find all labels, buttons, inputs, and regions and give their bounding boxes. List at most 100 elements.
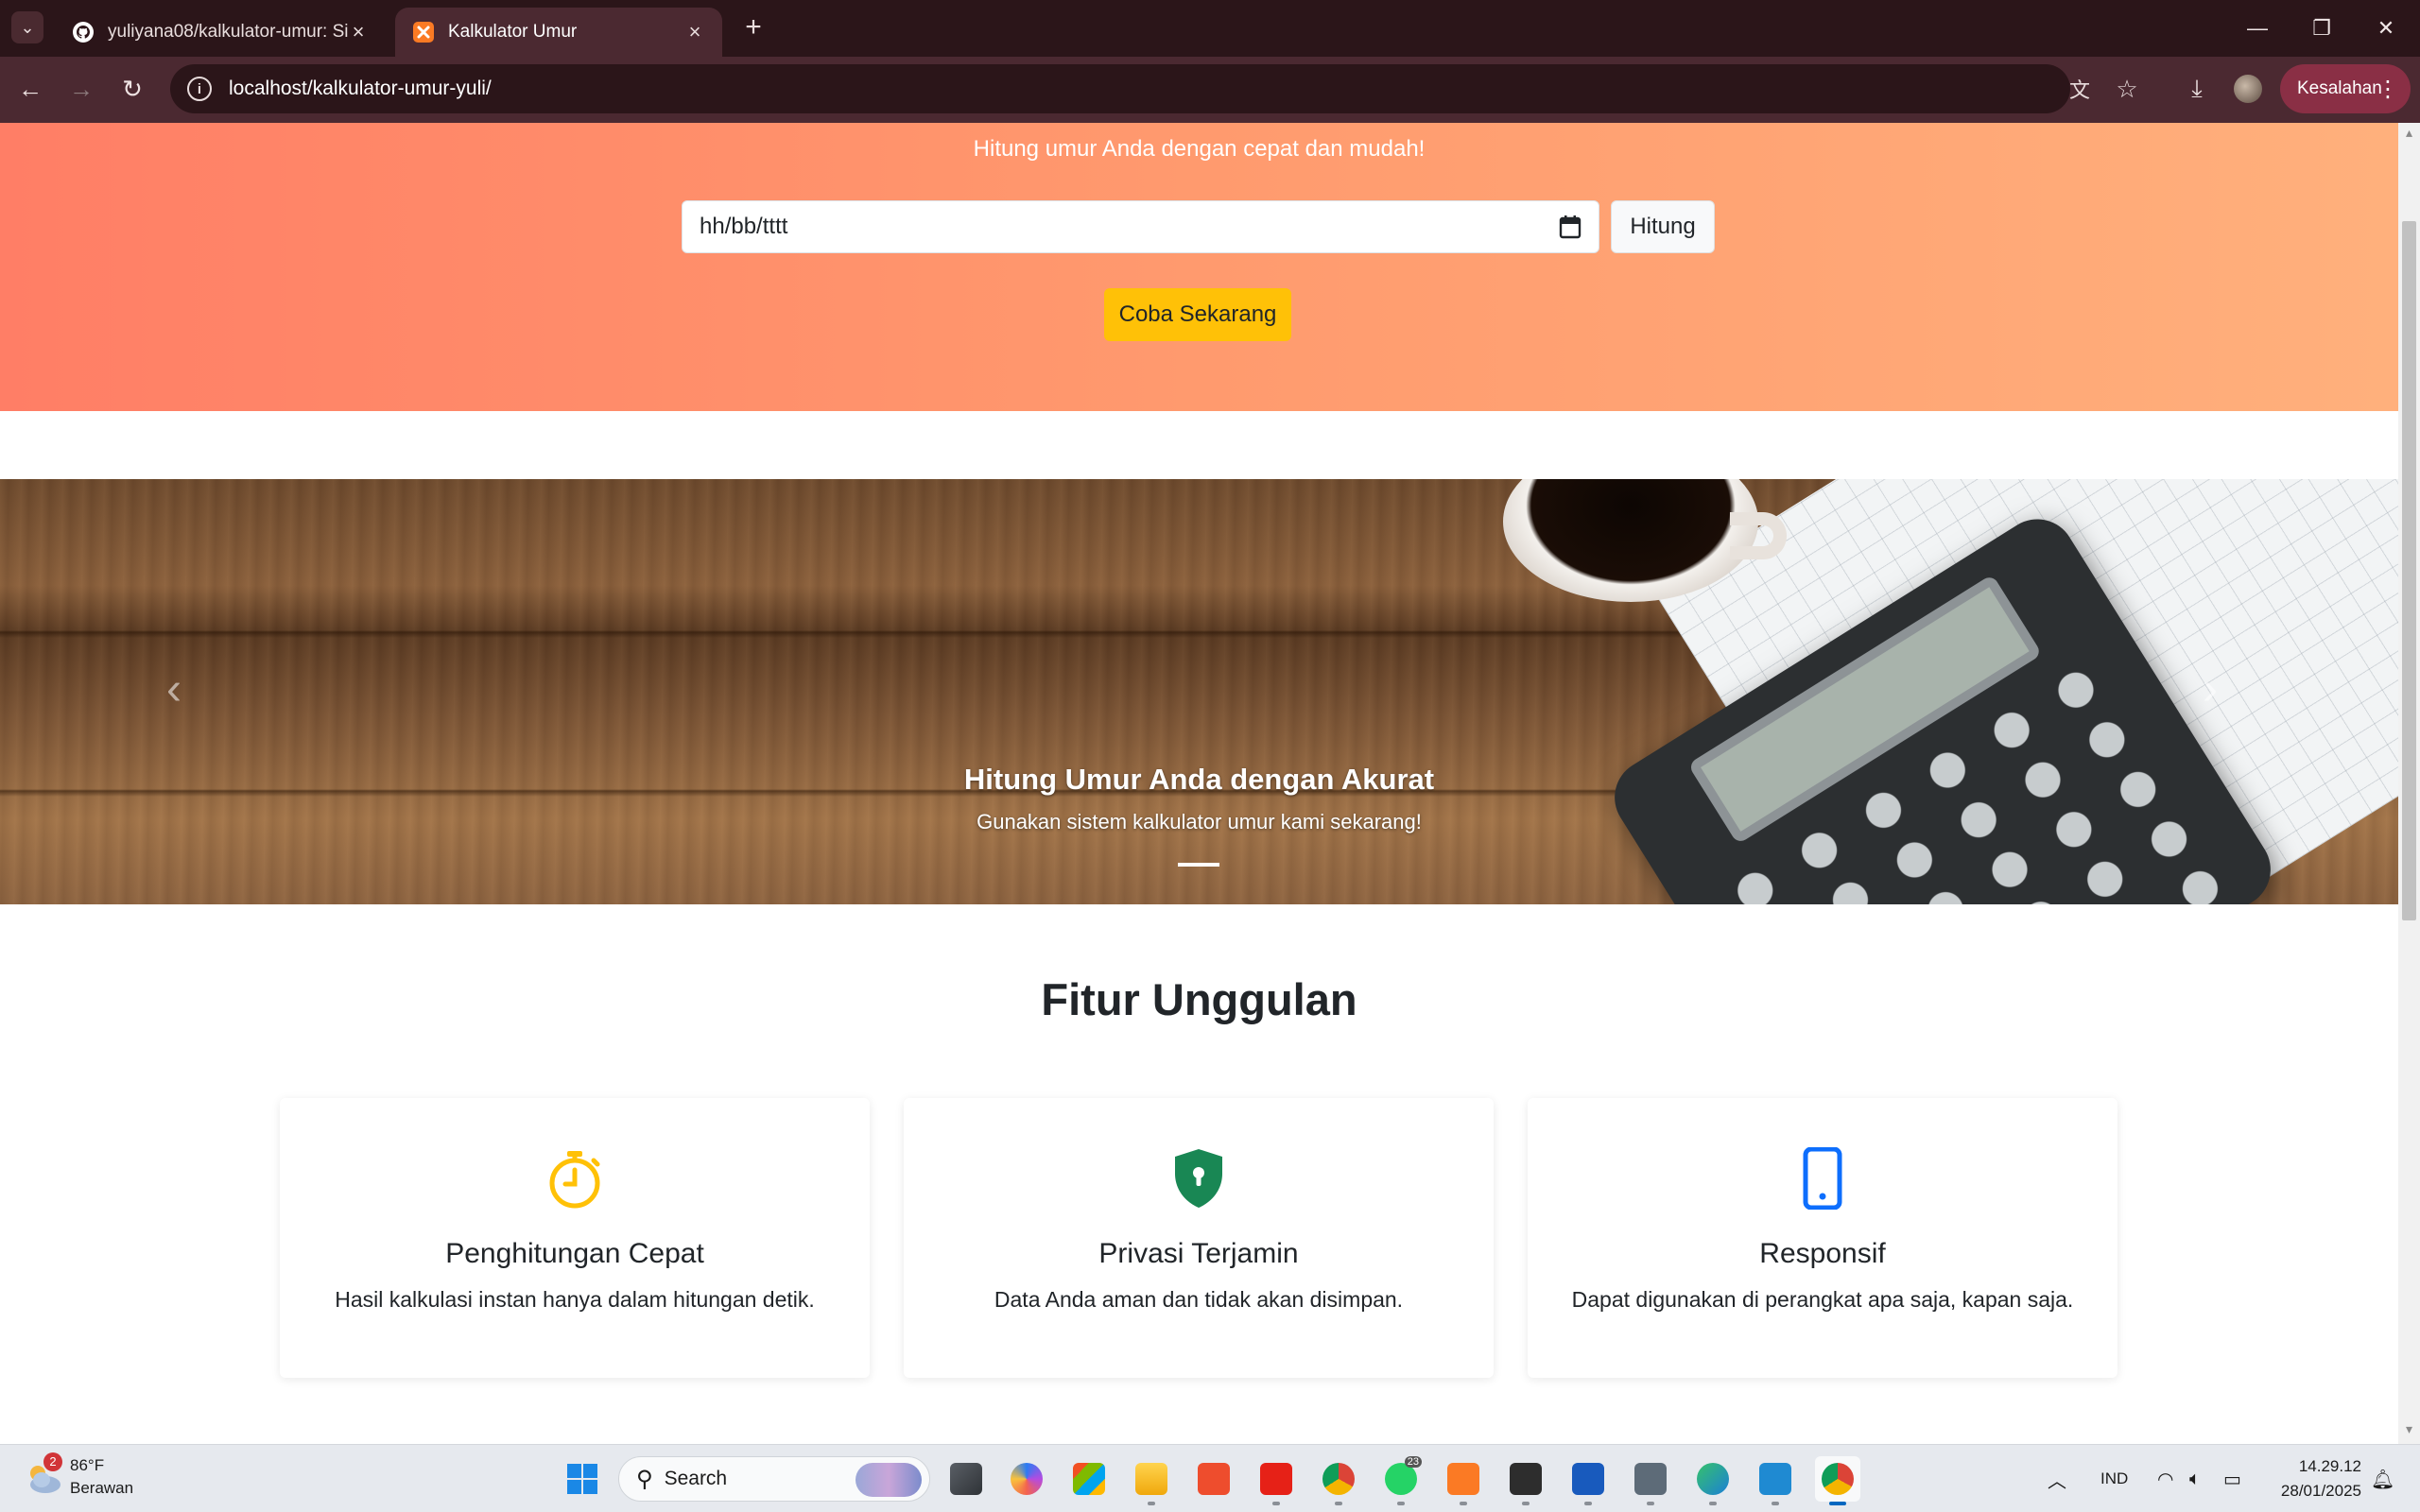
file-explorer-button[interactable] xyxy=(1129,1456,1174,1505)
search-highlight-image xyxy=(856,1463,922,1497)
feature-card-privacy: Privasi Terjamin Data Anda aman dan tida… xyxy=(904,1098,1494,1378)
store-button[interactable] xyxy=(1066,1456,1112,1502)
back-button[interactable]: ← xyxy=(11,70,49,108)
feature-card-fast: Penghitungan Cepat Hasil kalkulasi insta… xyxy=(280,1098,870,1378)
carousel-indicator[interactable] xyxy=(1178,863,1219,867)
browser-toolbar: ← → ↻ i localhost/kalkulator-umur-yuli/ … xyxy=(0,57,2420,123)
tab-kalkulator-umur[interactable]: Kalkulator Umur × xyxy=(395,8,722,57)
battery-icon[interactable]: ▭ xyxy=(2223,1445,2241,1512)
bookmark-star-icon[interactable]: ☆ xyxy=(2108,70,2146,108)
maximize-button[interactable]: ❐ xyxy=(2290,0,2354,57)
windows-taskbar: 2 86°F Berawan ⚲ Search 23 ︿ IND ◠ 🔈︎ ▭ … xyxy=(0,1444,2420,1512)
language-indicator[interactable]: IND xyxy=(2100,1445,2128,1512)
forward-button[interactable]: → xyxy=(62,70,100,108)
feature-title: Responsif xyxy=(1759,1238,1886,1269)
tab-strip: ⌄ yuliyana08/kalkulator-umur: Sistem × K… xyxy=(0,0,2420,57)
translate-icon[interactable]: 文 xyxy=(2061,70,2099,108)
weather-desc: Berawan xyxy=(70,1479,134,1497)
weather-badge: 2 xyxy=(43,1452,62,1471)
xampp-icon xyxy=(1447,1463,1479,1495)
chrome-profile-button[interactable] xyxy=(1316,1456,1361,1505)
system-clock[interactable]: 14.29.12 28/01/2025 xyxy=(2261,1454,2361,1503)
stopwatch-icon xyxy=(549,1151,600,1209)
shield-lock-icon xyxy=(1175,1149,1222,1208)
chevron-up-icon[interactable]: ︿ xyxy=(2048,1445,2066,1512)
terminal-icon xyxy=(1510,1463,1542,1495)
terminal-button[interactable] xyxy=(1503,1456,1548,1505)
clock-date: 28/01/2025 xyxy=(2280,1482,2361,1500)
carousel-caption-text: Gunakan sistem kalkulator umur kami seka… xyxy=(977,810,1422,833)
hero-carousel: ‹ › Hitung Umur Anda dengan Akurat Gunak… xyxy=(0,479,2398,904)
calculator-icon xyxy=(1634,1463,1667,1495)
menu-dots-icon[interactable]: ⋮ xyxy=(2377,76,2399,103)
scroll-up-icon[interactable]: ▴ xyxy=(2398,125,2420,141)
address-bar[interactable]: i localhost/kalkulator-umur-yuli/ xyxy=(170,64,2070,113)
chrome-icon xyxy=(1322,1463,1355,1495)
feature-title: Privasi Terjamin xyxy=(1098,1238,1299,1269)
chevron-right-icon[interactable]: › xyxy=(2203,663,2218,715)
minimize-button[interactable]: — xyxy=(2225,0,2290,57)
hero-section: Hitung umur Anda dengan cepat dan mudah!… xyxy=(0,123,2398,411)
weather-widget[interactable]: 2 86°F Berawan xyxy=(23,1452,134,1500)
try-now-button[interactable]: Coba Sekarang xyxy=(1104,288,1291,341)
chevron-left-icon[interactable]: ‹ xyxy=(166,663,182,715)
copilot-button[interactable] xyxy=(1004,1456,1049,1502)
new-tab-button[interactable]: + xyxy=(737,11,769,43)
start-button[interactable] xyxy=(560,1456,605,1502)
scrollbar-thumb[interactable] xyxy=(2402,221,2416,920)
page-scrollbar[interactable]: ▴ ▾ xyxy=(2398,123,2420,1444)
word-button[interactable] xyxy=(1565,1456,1611,1505)
calendar-icon[interactable] xyxy=(1559,215,1582,239)
word-icon xyxy=(1572,1463,1604,1495)
taskbar-search[interactable]: ⚲ Search xyxy=(618,1456,930,1502)
feature-text: Data Anda aman dan tidak akan disimpan. xyxy=(994,1287,1404,1312)
download-icon[interactable]: ⤓ xyxy=(2178,70,2216,108)
whatsapp-badge: 23 xyxy=(1404,1456,1422,1468)
tab-github[interactable]: yuliyana08/kalkulator-umur: Sistem × xyxy=(55,8,386,57)
close-window-button[interactable]: ✕ xyxy=(2354,0,2418,57)
feature-title: Penghitungan Cepat xyxy=(445,1238,704,1269)
url-text: localhost/kalkulator-umur-yuli/ xyxy=(229,77,492,99)
vscode-button[interactable] xyxy=(1753,1456,1798,1505)
close-icon[interactable]: × xyxy=(684,20,705,44)
vscode-icon xyxy=(1759,1463,1791,1495)
extension-avatar-icon[interactable] xyxy=(2229,70,2267,108)
phone-icon xyxy=(1803,1147,1842,1210)
xampp-button[interactable] xyxy=(1441,1456,1486,1505)
youtube-button[interactable] xyxy=(1253,1456,1299,1505)
volume-icon[interactable]: 🔈︎ xyxy=(2189,1445,2201,1512)
weather-temp: 86°F xyxy=(70,1456,105,1474)
wifi-icon[interactable]: ◠ xyxy=(2157,1445,2173,1512)
carousel-caption-title: Hitung Umur Anda dengan Akurat xyxy=(963,763,1435,796)
web-page: Hitung umur Anda dengan cepat dan mudah!… xyxy=(0,123,2398,1444)
windows-logo-icon xyxy=(567,1464,597,1494)
whatsapp-icon xyxy=(1385,1463,1417,1495)
reload-button[interactable]: ↻ xyxy=(113,70,151,108)
task-view-icon xyxy=(950,1463,982,1495)
edge-icon xyxy=(1697,1463,1729,1495)
close-icon[interactable]: × xyxy=(348,20,369,44)
shopee-button[interactable] xyxy=(1191,1456,1236,1502)
clock-time: 14.29.12 xyxy=(2298,1457,2361,1475)
task-view-button[interactable] xyxy=(943,1456,989,1502)
chrome-button[interactable] xyxy=(1815,1456,1860,1505)
store-icon xyxy=(1073,1463,1105,1495)
profile-error-button[interactable]: Kesalahan ⋮ xyxy=(2280,64,2411,113)
whatsapp-button[interactable]: 23 xyxy=(1378,1456,1424,1505)
notification-bell-icon[interactable]: 🔔︎ xyxy=(2371,1445,2394,1512)
tab-title: yuliyana08/kalkulator-umur: Sistem xyxy=(108,22,348,42)
coffee-cup-handle xyxy=(1730,512,1787,559)
github-icon xyxy=(73,22,94,43)
feature-text: Hasil kalkulasi instan hanya dalam hitun… xyxy=(335,1287,815,1312)
features-title: Fitur Unggulan xyxy=(1041,974,1357,1024)
calculate-button[interactable]: Hitung xyxy=(1611,200,1715,253)
edge-button[interactable] xyxy=(1690,1456,1736,1505)
feature-card-responsive: Responsif Dapat digunakan di perangkat a… xyxy=(1528,1098,2118,1378)
xampp-icon xyxy=(413,22,434,43)
scroll-down-icon[interactable]: ▾ xyxy=(2398,1421,2420,1437)
tab-search-button[interactable]: ⌄ xyxy=(11,11,43,43)
birthdate-input[interactable]: hh/bb/tttt xyxy=(682,200,1599,253)
tab-title: Kalkulator Umur xyxy=(448,22,578,42)
calculator-app-button[interactable] xyxy=(1628,1456,1673,1505)
info-icon[interactable]: i xyxy=(187,77,212,101)
